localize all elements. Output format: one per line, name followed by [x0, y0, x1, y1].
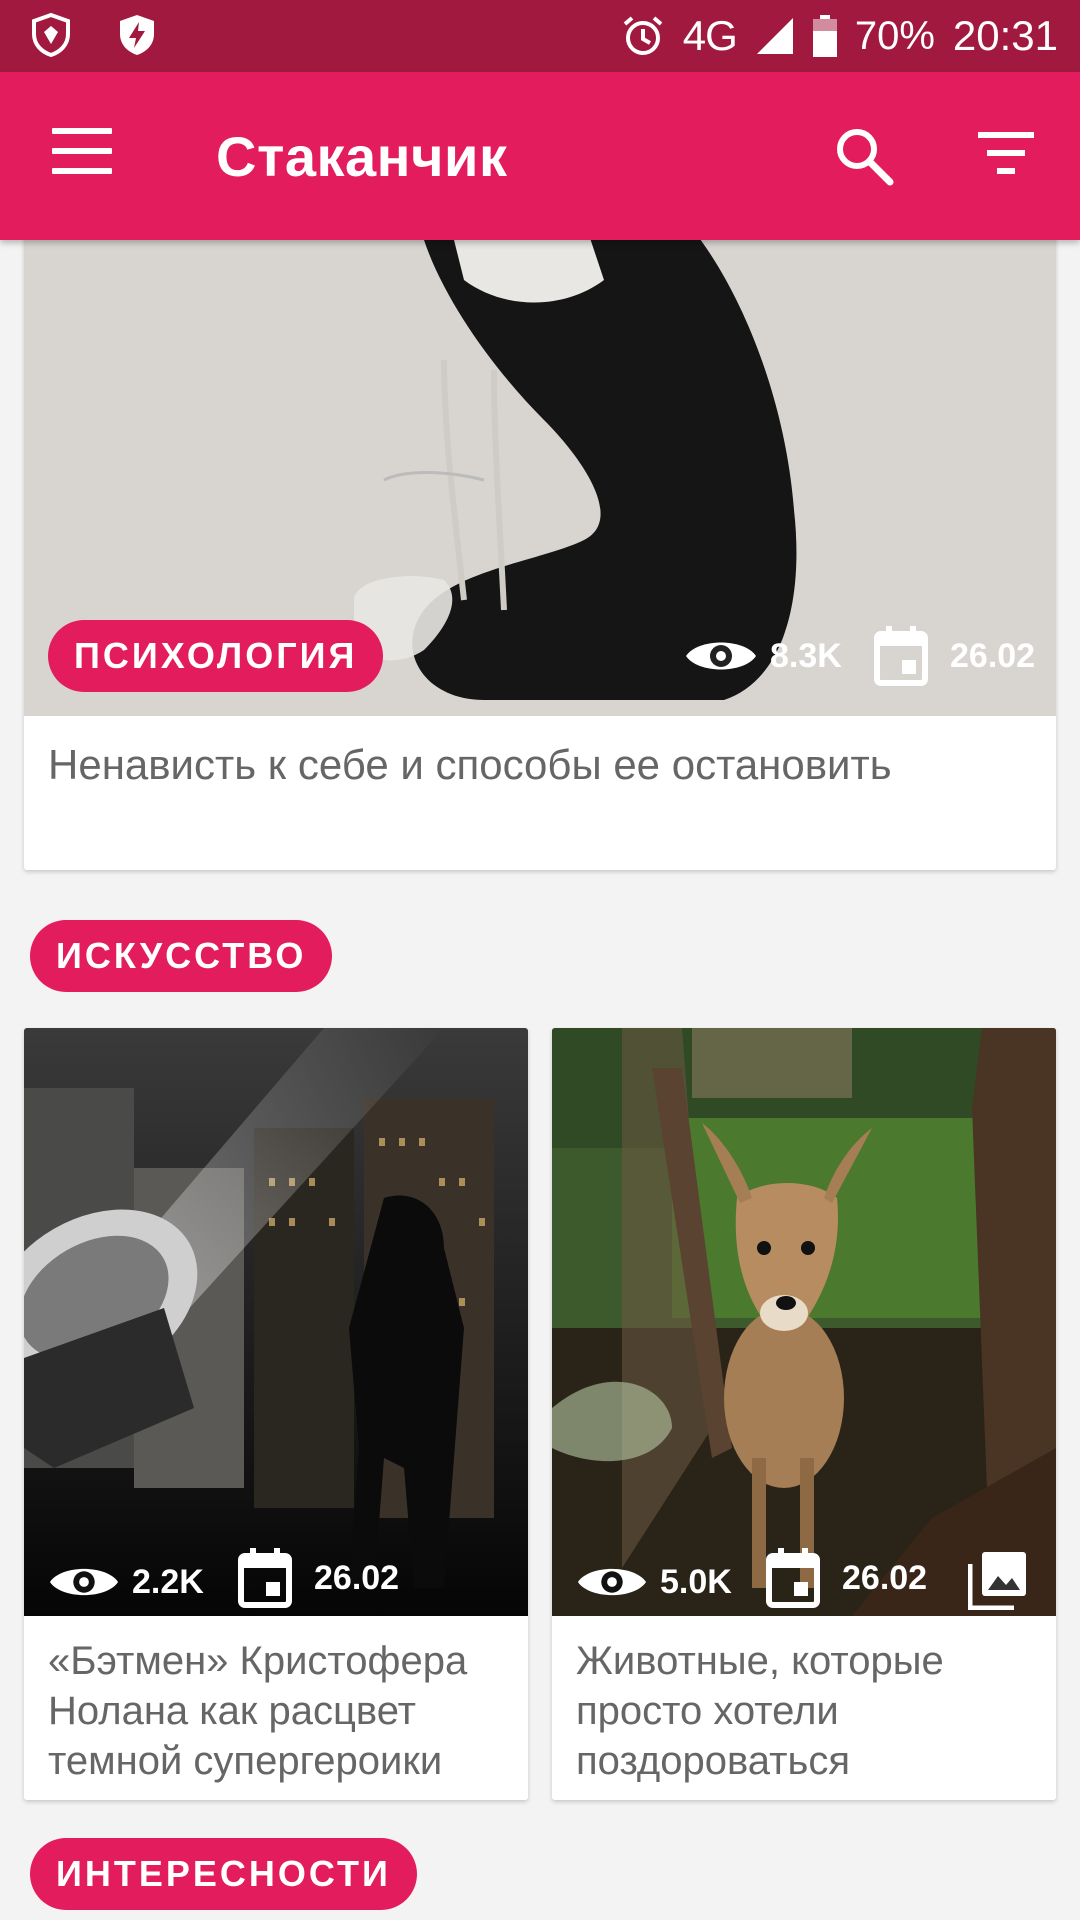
article-title[interactable]: Ненависть к себе и способы ее остановить	[48, 740, 1032, 790]
alarm-icon	[623, 16, 663, 55]
battery-icon	[812, 15, 837, 57]
network-type: 4G	[682, 12, 738, 59]
article-title[interactable]: Животные, которые просто хотели поздоров…	[576, 1636, 1032, 1786]
views-count: 5.0K	[660, 1562, 732, 1601]
app-shield-icon	[32, 12, 70, 58]
app-title: Стаканчик	[216, 125, 508, 188]
views-stat: 5.0K	[576, 1552, 732, 1612]
article-card[interactable]: 2.2K 26.02 «Бэтмен» Кристофера Нолана ка…	[24, 1028, 528, 1800]
views-count: 2.2K	[132, 1562, 204, 1601]
battery-percent: 70%	[854, 13, 935, 58]
status-bar: 4G 70% 20:31	[0, 0, 1080, 72]
eye-icon	[49, 1568, 119, 1596]
date-stat: 26.02	[874, 620, 1035, 692]
search-icon[interactable]	[832, 124, 896, 188]
app-bar: Стаканчик	[0, 72, 1080, 240]
views-stat: 2.2K	[48, 1552, 204, 1612]
filter-icon[interactable]	[976, 132, 1036, 180]
article-title[interactable]: «Бэтмен» Кристофера Нолана как расцвет т…	[48, 1636, 504, 1786]
shield-bolt-icon	[120, 15, 154, 55]
calendar-icon	[766, 1548, 820, 1608]
article-image-batman	[24, 1028, 528, 1616]
views-stat: 8.3K	[684, 620, 842, 692]
calendar-icon	[874, 626, 928, 686]
publish-date: 26.02	[950, 636, 1036, 675]
deer-photo	[552, 1028, 1056, 1616]
calendar-icon	[238, 1548, 292, 1608]
eye-icon	[577, 1568, 647, 1596]
publish-date: 26.02	[314, 1558, 400, 1597]
eye-icon	[686, 642, 756, 670]
gallery-icon	[968, 1552, 1026, 1610]
date-stat: 26.02	[766, 1548, 927, 1608]
date-stat: 26.02	[238, 1548, 399, 1608]
section-label-interesting[interactable]: ИНТЕРЕСНОСТИ	[30, 1838, 417, 1910]
article-image-deer	[552, 1028, 1056, 1616]
batman-photo	[24, 1028, 528, 1616]
section-label-art[interactable]: ИСКУССТВО	[30, 920, 333, 992]
clock: 20:31	[952, 12, 1058, 59]
article-card[interactable]: 5.0K 26.02 Животные, которые просто хоте…	[552, 1028, 1056, 1800]
category-badge-psychology[interactable]: ПСИХОЛОГИЯ	[48, 620, 384, 692]
signal-icon	[756, 18, 793, 54]
menu-icon[interactable]	[52, 128, 112, 184]
publish-date: 26.02	[842, 1558, 928, 1597]
featured-article-card[interactable]: ПСИХОЛОГИЯ 8.3K 26.02 Ненависть к себе и…	[24, 180, 1056, 870]
views-count: 8.3K	[770, 636, 842, 675]
